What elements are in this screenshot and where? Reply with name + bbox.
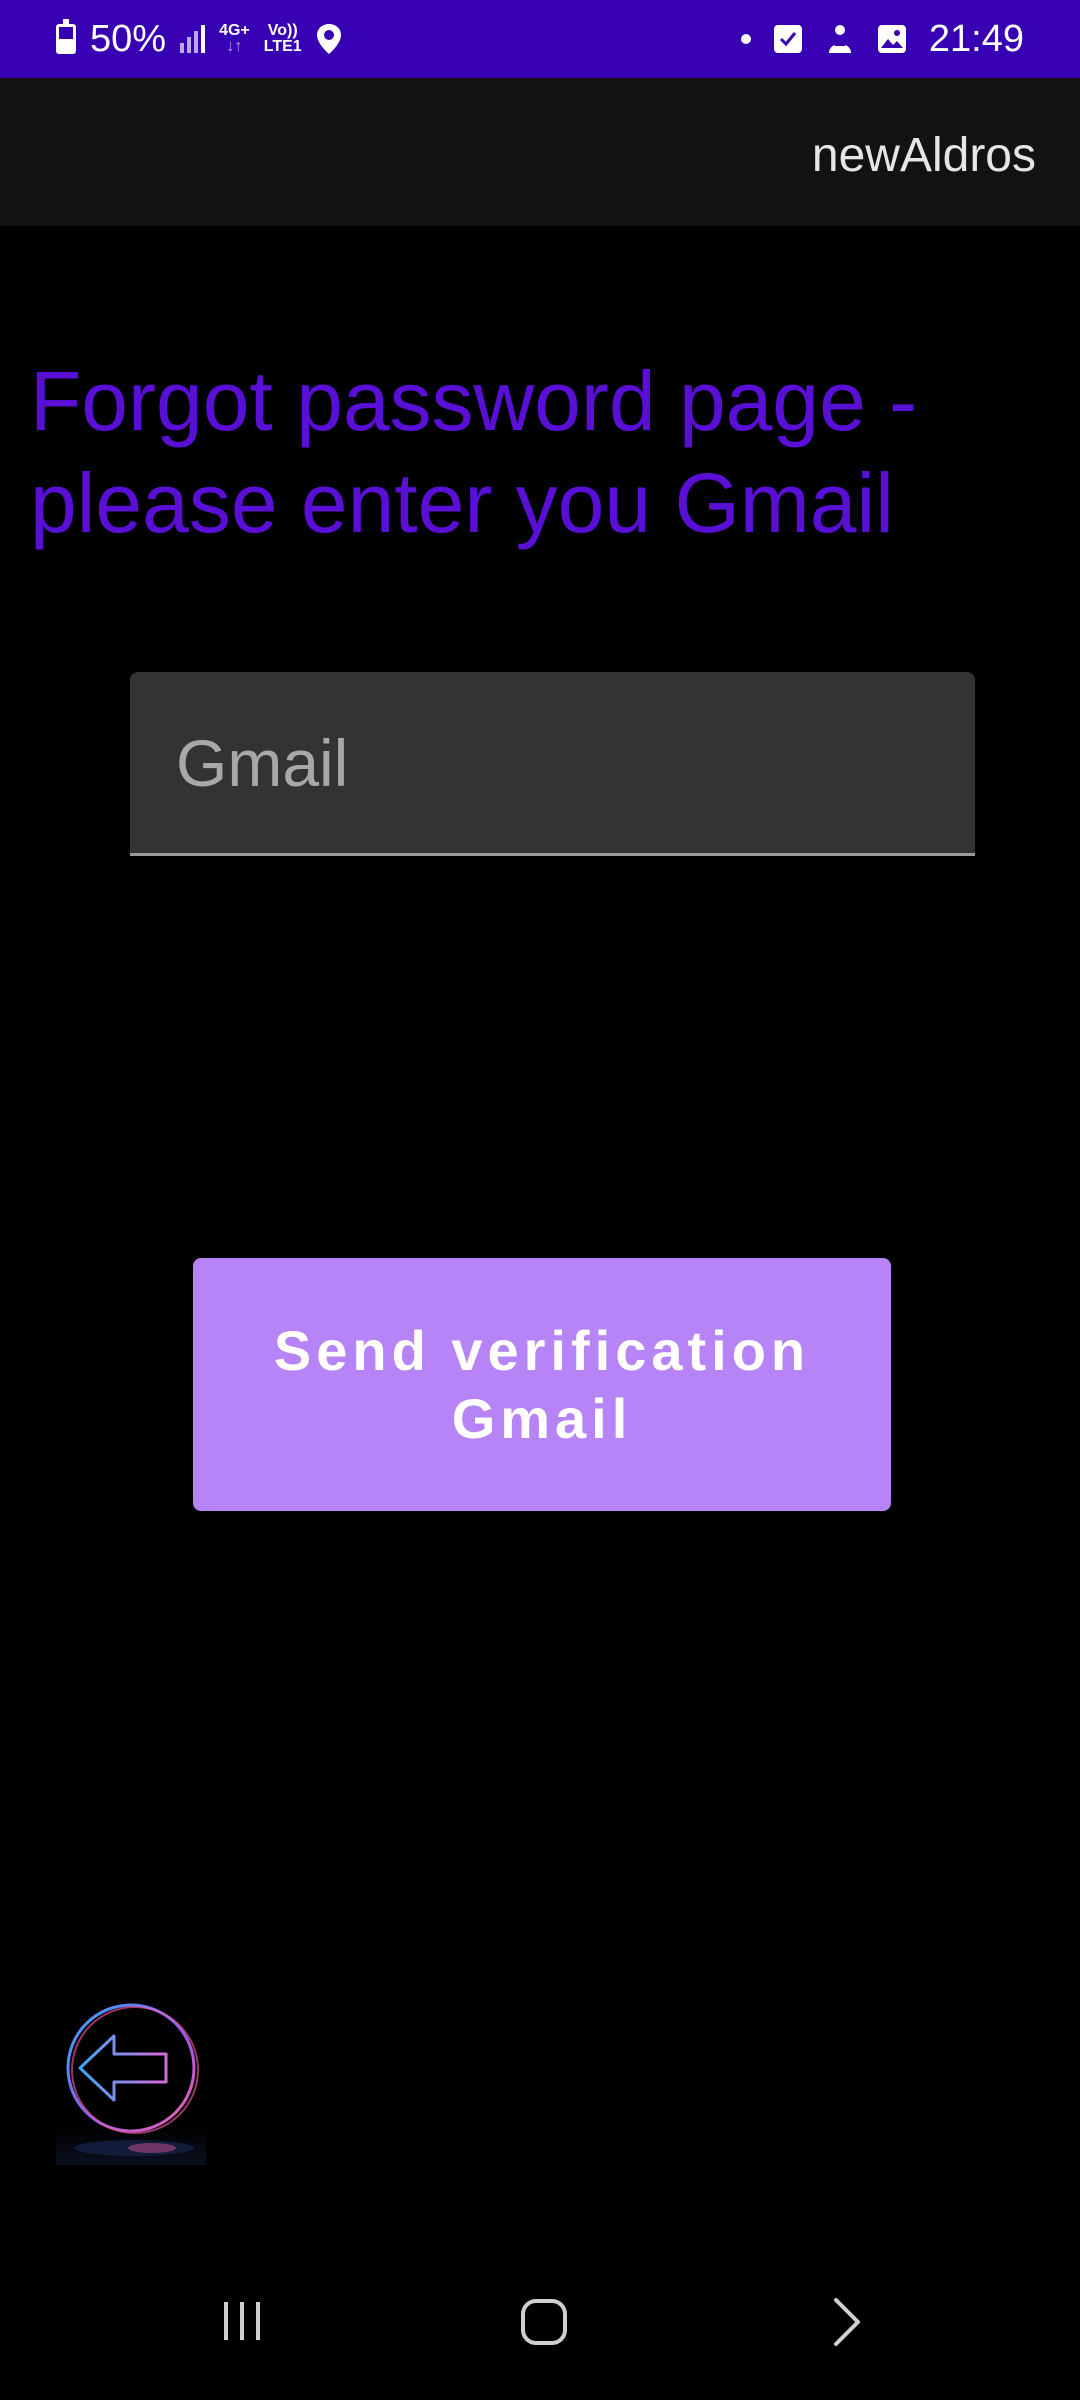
network-top: 4G+ [219,22,250,39]
page-heading: Forgot password page - please enter you … [30,354,918,550]
gmail-input[interactable] [174,672,938,854]
status-left: 50% 4G+ ↓↑ Vo)) LTE1 [56,18,342,61]
clock: 21:49 [928,17,1024,60]
location-icon [316,24,341,54]
image-notification-icon [877,25,906,53]
back-image-button[interactable] [56,1990,206,2165]
checkbox-notification-icon [773,25,802,53]
notification-dot-icon [740,34,751,44]
send-verification-button[interactable]: Send verification Gmail [193,1258,891,1511]
recents-icon[interactable] [218,2296,266,2344]
app-bar: newAldros [0,78,1080,226]
app-title: newAldros [811,129,1036,182]
app-notification-icon [828,25,851,53]
system-nav-bar [0,2262,1080,2400]
volte-top: Vo)) [267,22,298,39]
network-type: 4G+ ↓↑ [219,23,250,55]
status-right: 21:49 [740,17,1024,61]
back-arrow-icon [66,2003,199,2156]
battery-percent: 50% [90,17,167,60]
chevron-right-icon[interactable] [828,2296,868,2348]
home-icon[interactable] [518,2296,570,2348]
gmail-field[interactable] [130,672,975,856]
volte-indicator: Vo)) LTE1 [264,23,302,55]
battery-icon [56,19,76,54]
signal-icon [180,25,206,53]
network-arrows: ↓↑ [226,38,243,55]
network-bottom: LTE1 [263,38,302,55]
screen: 50% 4G+ ↓↑ Vo)) LTE1 21:49 newAldros For… [0,0,1080,2400]
status-bar: 50% 4G+ ↓↑ Vo)) LTE1 21:49 [0,0,1080,78]
